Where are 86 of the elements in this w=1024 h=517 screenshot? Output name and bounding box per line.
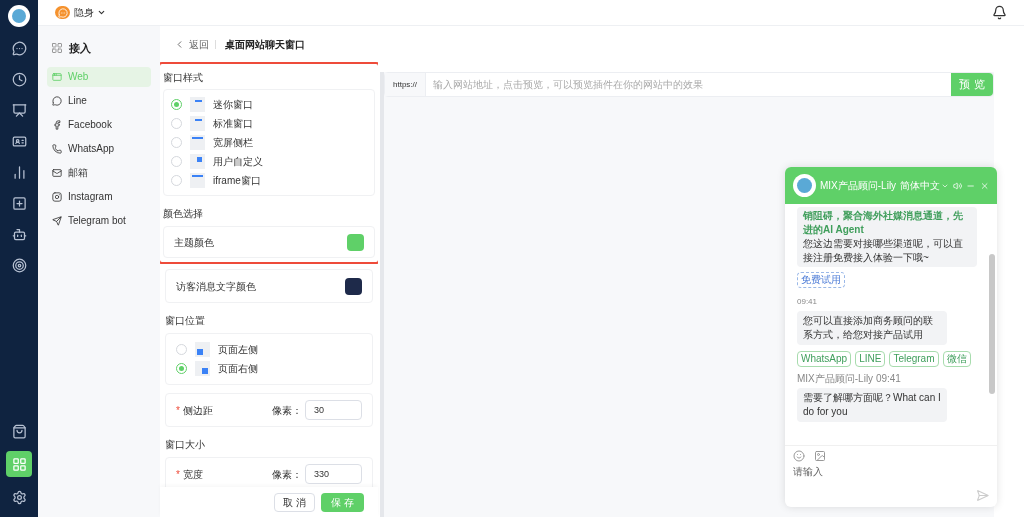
field-label: 主题颜色 [174, 235, 214, 250]
mail-icon [52, 167, 62, 178]
chat-bubble-icon [11, 40, 27, 56]
sender-info: MIX产品顾问-Lily 09:41 [797, 372, 902, 386]
sidebar-item[interactable]: Telegram bot [47, 210, 151, 231]
required-mark: * [176, 403, 180, 418]
layout-preview-icon [190, 116, 205, 131]
back-link[interactable]: 返回 [174, 36, 209, 52]
message-bubble: 需要了解哪方面呢？What can I do for you [797, 388, 947, 422]
option-label: 页面右侧 [218, 362, 258, 376]
message-input[interactable]: 请输入 [793, 464, 989, 479]
caret-icon [97, 8, 106, 17]
sidebar-item[interactable]: Line [47, 90, 151, 111]
margin-input[interactable]: 30 [305, 400, 362, 420]
sidebar-title: 接入 [69, 41, 91, 56]
section-title: 窗口大小 [165, 438, 206, 452]
message-time: 09:41 [797, 296, 819, 308]
page-title: 桌面网站聊天窗口 [225, 37, 305, 52]
browser-window-icon [52, 71, 62, 82]
layout-preview-icon [190, 97, 205, 112]
url-prefix: https:// [385, 73, 426, 96]
color-swatch[interactable] [347, 233, 364, 251]
sound-icon[interactable] [953, 180, 963, 191]
section-title: 颜色选择 [163, 207, 204, 221]
speech-bubble-icon [52, 95, 62, 106]
sidebar-item[interactable]: 邮箱 [47, 162, 151, 183]
logo-icon[interactable] [8, 5, 30, 27]
presentation-board-icon [11, 102, 27, 118]
option-label: 迷你窗口 [213, 98, 253, 112]
layout-preview-icon [190, 135, 205, 150]
id-card-icon [11, 133, 27, 149]
channel-chip[interactable]: LINE [855, 351, 886, 367]
option-label: 宽屏侧栏 [213, 136, 253, 150]
option-label: 页面左侧 [218, 343, 258, 357]
channel-chip[interactable]: 微信 [942, 351, 971, 367]
agent-name: MIX产品顾问-Lily [820, 179, 897, 193]
target-icon [11, 257, 27, 273]
agent-avatar-icon [793, 174, 816, 197]
instagram-icon [52, 191, 62, 202]
layout-preview-icon [195, 342, 210, 357]
field-label: 宽度 [182, 467, 204, 482]
message-bubble: 销阻碍，聚合海外社媒消息通道，先进的AI Agent 您这边需要对接哪些渠道呢，可以直接注册免费接入体验一下哦~ [797, 207, 977, 267]
settings-icon [11, 489, 27, 505]
bar-chart-icon [11, 164, 27, 180]
robot-icon [11, 226, 27, 242]
unit-label: 像素： [272, 467, 302, 482]
message-bubble: 您可以直接添加商务顾问的联系方式，给您对接产品试用 [797, 311, 947, 345]
send-icon[interactable] [976, 489, 989, 502]
option-label: 用户自定义 [213, 155, 263, 169]
phone-icon [52, 143, 62, 154]
option-label: 标准窗口 [213, 117, 253, 131]
field-label: 访客消息文字颜色 [176, 279, 256, 294]
status-avatar-icon [55, 6, 70, 19]
sidebar-item[interactable]: WhatsApp [47, 138, 151, 159]
option-label: iframe窗口 [213, 174, 261, 188]
plus-square-icon [11, 195, 27, 211]
status-dropdown[interactable]: 隐身 [74, 5, 106, 20]
clock-icon [11, 71, 27, 87]
grid-icon [11, 456, 27, 472]
url-field[interactable]: https:// 输入网站地址，点击预览，可以预览插件在你的网站中的效果 预 览 [384, 72, 994, 97]
sidebar-item[interactable]: Facebook [47, 114, 151, 135]
sidebar-item[interactable]: Instagram [47, 186, 151, 207]
layout-preview-icon [190, 154, 205, 169]
apps-rail-button[interactable] [6, 451, 32, 477]
shopping-bag-icon [11, 423, 27, 439]
trial-link[interactable]: 免费试用 [797, 272, 845, 288]
close-icon[interactable] [979, 180, 989, 191]
layout-preview-icon [195, 361, 210, 376]
field-label: 侧边距 [182, 403, 214, 418]
required-mark: * [176, 467, 180, 482]
scrollbar[interactable] [989, 254, 995, 394]
section-title: 窗口样式 [163, 71, 204, 85]
channel-chip[interactable]: WhatsApp [797, 351, 852, 367]
paper-plane-icon [52, 215, 62, 226]
emoji-icon[interactable] [793, 450, 805, 462]
section-title: 窗口位置 [165, 314, 206, 328]
image-icon[interactable] [814, 450, 826, 462]
notification-bell-icon[interactable] [992, 5, 1007, 20]
channel-chip[interactable]: Telegram [889, 351, 939, 367]
color-swatch[interactable] [345, 277, 362, 295]
width-input[interactable]: 330 [305, 464, 362, 484]
layout-preview-icon [190, 173, 205, 188]
grid-icon [51, 42, 63, 55]
facebook-icon [52, 119, 62, 130]
unit-label: 像素： [272, 403, 302, 418]
cancel-button[interactable]: 取 消 [274, 492, 316, 512]
